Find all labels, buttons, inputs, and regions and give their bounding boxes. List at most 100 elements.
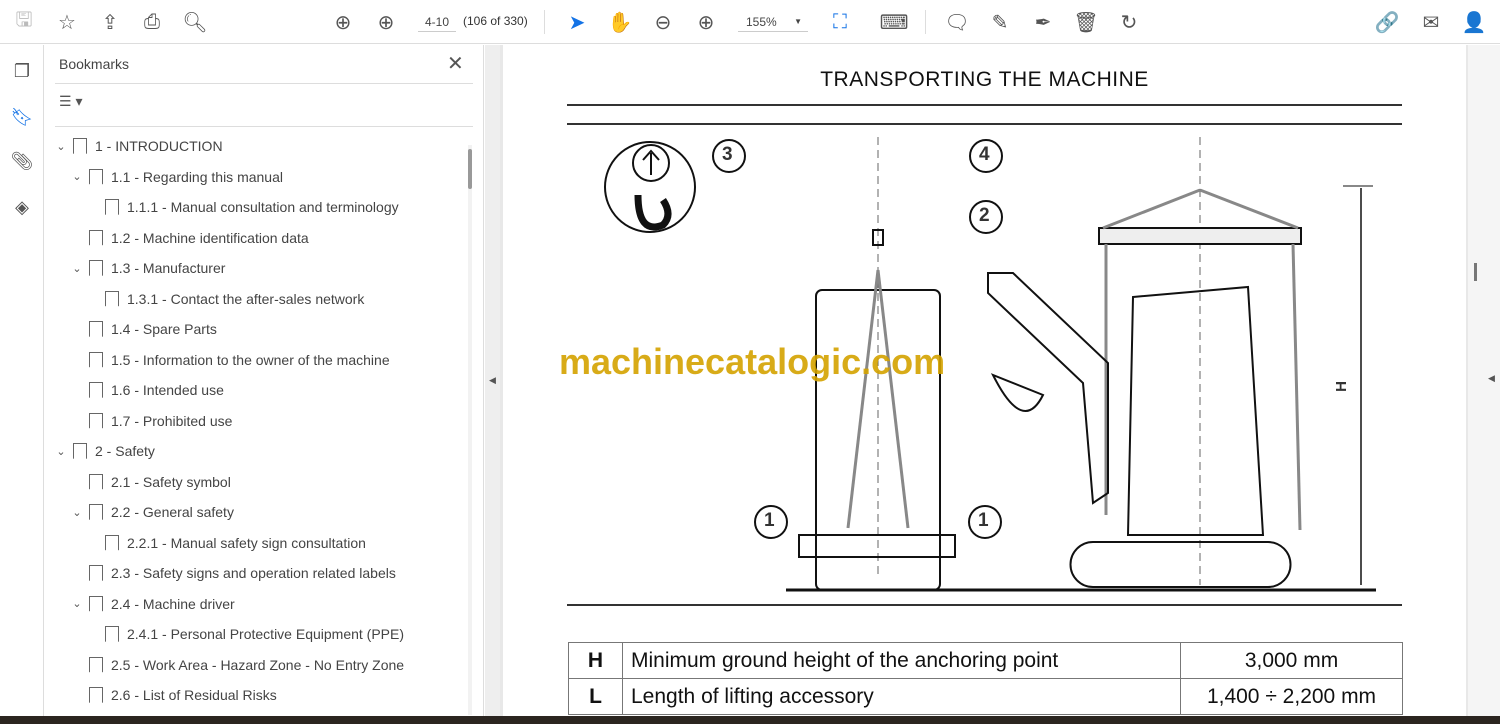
bookmark-item[interactable]: 2.4.1 - Personal Protective Equipment (P… [85, 622, 404, 646]
bookmark-item[interactable]: 2.2.1 - Manual safety sign consultation [85, 531, 366, 555]
star-icon[interactable]: ☆ [53, 8, 81, 36]
bookmark-icon [89, 473, 103, 490]
callout-3: 3 [722, 144, 733, 165]
scroll-mode-icon[interactable]: ⌨ [880, 8, 909, 36]
share-link-icon[interactable]: 🔗 [1373, 8, 1401, 36]
bookmark-item[interactable]: ⌄ 2.4 - Machine driver [69, 592, 235, 616]
chevron-down-icon[interactable]: ⌄ [69, 506, 85, 519]
panel-splitter[interactable]: ◀ [485, 45, 500, 716]
options-menu-icon[interactable]: ☰ ▾ [59, 93, 82, 110]
table-row: L Length of lifting accessory 1,400 ÷ 2,20… [568, 678, 1403, 715]
bookmarks-panel: Bookmarks ✕ ☰ ▾ ⌄ 1 - INTRODUCTION ⌄ 1.1 - … [45, 45, 484, 716]
expand-icon[interactable]: ◀ [1488, 373, 1495, 384]
hand-tool-icon[interactable]: ✋ [606, 8, 634, 36]
callout-4: 4 [979, 144, 990, 165]
scrollbar-thumb[interactable] [468, 149, 472, 189]
add-user-icon[interactable]: 👤 [1460, 8, 1488, 36]
bookmark-icon [89, 260, 103, 276]
bookmark-icon [89, 382, 103, 398]
sign-icon[interactable]: ✒ [1029, 8, 1057, 36]
bookmark-icon [89, 565, 103, 581]
chevron-down-icon[interactable]: ⌄ [69, 170, 85, 183]
collapse-icon[interactable]: ◀ [489, 375, 496, 386]
bookmark-item[interactable]: ⌄ 1.3 - Manufacturer [69, 256, 225, 280]
chevron-down-icon[interactable]: ⌄ [69, 597, 85, 610]
bookmark-icon [105, 290, 119, 307]
bookmark-item[interactable]: 2.6 - List of Residual Risks [69, 683, 277, 707]
print-icon[interactable]: ⎙ [138, 8, 166, 36]
chevron-down-icon[interactable]: ⌄ [53, 140, 69, 153]
bookmark-item[interactable]: 2.1 - Safety symbol [69, 470, 231, 494]
bookmark-label: 2 - Safety [95, 443, 155, 459]
bookmark-icon [105, 626, 119, 642]
bookmark-label: 1 - INTRODUCTION [95, 138, 223, 154]
bookmark-item[interactable]: 1.6 - Intended use [69, 378, 224, 402]
bookmark-item[interactable]: 1.5 - Information to the owner of the ma… [69, 348, 390, 372]
attachment-icon[interactable]: 📎︎ [8, 147, 36, 175]
bookmark-icon [89, 412, 103, 429]
table-row: H Minimum ground height of the anchoring … [568, 642, 1403, 679]
bookmark-label: 2.4.1 - Personal Protective Equipment (P… [127, 626, 405, 642]
delete-icon[interactable]: 🗑 [1072, 8, 1100, 36]
rotate-icon[interactable]: ↻ [1115, 8, 1143, 36]
cell-desc: Minimum ground height of the anchoring p… [622, 642, 1181, 679]
bookmark-item[interactable]: ⌄ 2.2 - General safety [69, 500, 234, 524]
scrollbar[interactable] [468, 145, 472, 715]
cloud-upload-icon[interactable]: ⇪ [96, 8, 124, 36]
zoom-out-icon[interactable]: ⊖ [649, 8, 677, 36]
taskbar-edge [0, 716, 1500, 724]
page-number-input[interactable]: 4-10 [418, 12, 456, 32]
bookmark-label: 1.4 - Spare Parts [111, 321, 217, 337]
bookmark-label: 2.2 - General safety [111, 504, 234, 520]
bookmark-item[interactable]: 1.3.1 - Contact the after-sales network [85, 287, 364, 311]
bookmark-item[interactable]: ⌄ 1 - INTRODUCTION [53, 134, 223, 158]
bookmark-label: 2.6 - List of Residual Risks [111, 687, 277, 703]
zoom-value: 155% [746, 15, 777, 29]
layers-icon[interactable]: ◈ [8, 193, 36, 221]
cell-key: L [568, 678, 623, 715]
spec-table: H Minimum ground height of the anchoring … [568, 642, 1403, 715]
bookmark-label: 1.3.1 - Contact the after-sales network [127, 290, 365, 307]
divider [55, 83, 473, 84]
bookmark-item[interactable]: ⌄ 2 - Safety [53, 439, 155, 463]
select-cursor-icon[interactable]: ➤ [563, 8, 591, 36]
save-icon[interactable]: 🖫 [10, 8, 38, 36]
fit-page-icon[interactable]: ⛶ [826, 8, 854, 36]
zoom-in-icon[interactable]: ⊕ [692, 8, 720, 36]
chevron-down-icon[interactable]: ⌄ [69, 262, 85, 275]
bookmark-icon [89, 595, 103, 612]
callouts [712, 139, 1003, 539]
chevron-down-icon[interactable]: ⌄ [53, 445, 69, 458]
search-icon[interactable]: 🔍︎ [181, 8, 209, 36]
zoom-select[interactable]: 155% ▼ [738, 12, 808, 32]
bookmark-item[interactable]: 1.2 - Machine identification data [69, 226, 309, 250]
bookmark-item[interactable]: 2.5 - Work Area - Hazard Zone - No Entry… [69, 653, 404, 677]
page-count: (106 of 330) [463, 14, 528, 28]
previous-page-icon[interactable]: ⊕ [329, 8, 357, 36]
scrollbar-thumb[interactable] [1474, 263, 1477, 281]
bookmark-label: 1.1 - Regarding this manual [111, 168, 283, 185]
cell-value: 1,400 ÷ 2,200 mm [1180, 678, 1403, 715]
bookmark-label: 1.3 - Manufacturer [111, 260, 226, 276]
comment-icon[interactable]: 🗨 [943, 8, 971, 36]
bookmark-icon[interactable]: 🔖︎ [8, 103, 36, 131]
email-icon[interactable]: ✉ [1417, 8, 1445, 36]
bookmark-label: 1.2 - Machine identification data [111, 229, 309, 246]
next-page-icon[interactable]: ⊕ [372, 8, 400, 36]
bookmark-label: 2.4 - Machine driver [111, 595, 235, 612]
bookmark-item[interactable]: 1.1.1 - Manual consultation and terminol… [85, 195, 399, 219]
pdf-page: TRANSPORTING THE MACHINE 3 4 2 1 1 H mac… [503, 45, 1466, 716]
bookmark-item[interactable]: 1.7 - Prohibited use [69, 409, 232, 433]
highlight-icon[interactable]: ✎ [986, 8, 1014, 36]
rule [567, 604, 1402, 606]
bookmark-item[interactable]: 2.3 - Safety signs and operation related… [69, 561, 396, 585]
bookmark-icon [89, 656, 103, 673]
bookmark-item[interactable]: ⌄ 1.1 - Regarding this manual [69, 165, 283, 189]
right-scrollbar[interactable]: ◀ [1468, 45, 1500, 716]
pages-icon[interactable]: ❐ [8, 57, 36, 85]
bookmark-icon [105, 534, 119, 551]
bookmark-item[interactable]: 1.4 - Spare Parts [69, 317, 217, 341]
bookmark-icon [73, 443, 87, 459]
close-icon[interactable]: ✕ [447, 51, 464, 76]
dimension-label: H [1332, 381, 1350, 392]
